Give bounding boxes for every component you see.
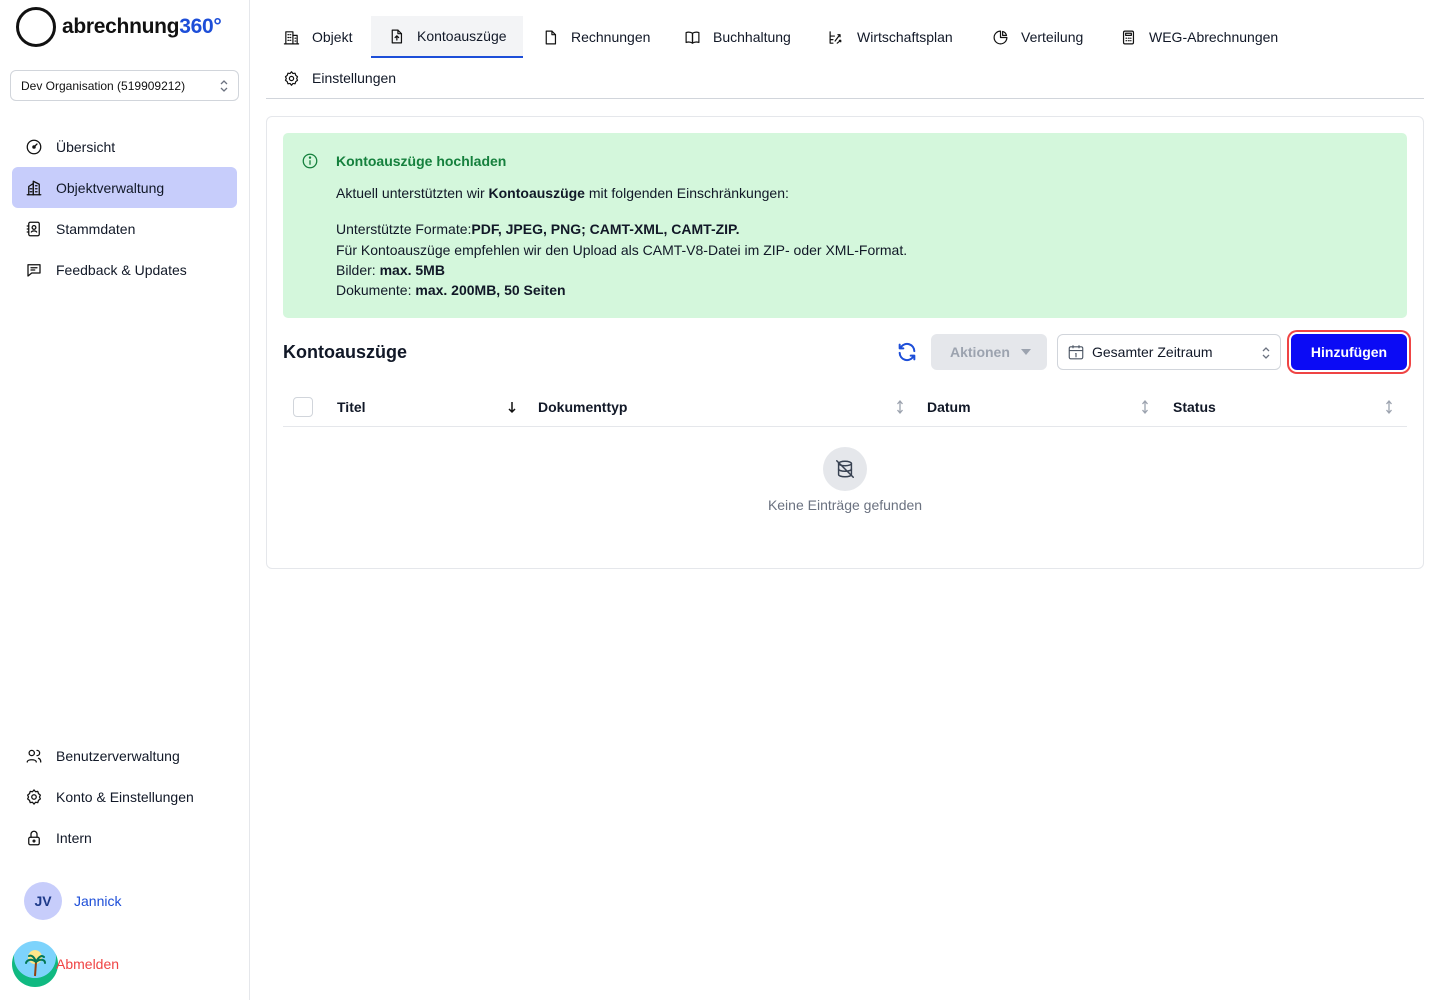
file-upload-icon	[387, 27, 405, 45]
tab-objekt[interactable]: Objekt	[266, 16, 368, 58]
tab-wirtschaftsplan[interactable]: Wirtschaftsplan	[811, 16, 969, 58]
sidebar-item-label: Feedback & Updates	[56, 261, 187, 278]
tab-verteilung[interactable]: Verteilung	[975, 16, 1099, 58]
user-name: Jannick	[74, 893, 122, 909]
logo-ring-icon	[16, 7, 56, 47]
actions-dropdown[interactable]: Aktionen	[931, 334, 1047, 370]
file-icon	[541, 28, 559, 46]
column-header-status[interactable]: Status	[1173, 399, 1216, 415]
alert-images-limit: Bilder: max. 5MB	[336, 262, 445, 278]
address-book-icon	[24, 219, 44, 239]
object-tabs: Objekt Kontoauszüge Rechnungen Buchhaltu…	[266, 16, 1424, 99]
building-icon	[282, 28, 300, 46]
sort-both-icon[interactable]	[895, 398, 905, 416]
database-off-icon	[823, 447, 867, 491]
chevron-updown-icon	[1262, 347, 1270, 359]
user-profile[interactable]: JV Jannick	[24, 882, 121, 920]
alert-documents-limit: Dokumente: max. 200MB, 50 Seiten	[336, 282, 566, 298]
date-range-select[interactable]: Gesamter Zeitraum	[1057, 334, 1281, 370]
alert-title: Kontoauszüge hochladen	[336, 153, 507, 169]
logout-label: Abmelden	[56, 956, 120, 972]
tab-weg-abrechnungen[interactable]: WEG-Abrechnungen	[1103, 16, 1294, 58]
sidebar-item-konto[interactable]: Konto & Einstellungen	[12, 776, 237, 817]
calendar-icon	[1067, 343, 1085, 361]
sidebar-item-intern[interactable]: Intern	[12, 817, 237, 858]
add-button[interactable]: Hinzufügen	[1291, 334, 1407, 370]
sidebar: abrechnung360° Dev Organisation (5199092…	[0, 0, 250, 1000]
avatar: JV	[24, 882, 62, 920]
palm-island-icon	[12, 941, 58, 987]
sidebar-item-stammdaten[interactable]: Stammdaten	[12, 208, 237, 249]
tab-kontoauszuege[interactable]: Kontoauszüge	[371, 16, 523, 58]
sidebar-item-uebersicht[interactable]: Übersicht	[12, 126, 237, 167]
brand-accent: 360°	[179, 15, 222, 38]
users-icon	[24, 746, 44, 766]
date-range-value: Gesamter Zeitraum	[1092, 344, 1213, 360]
list-title: Kontoauszüge	[283, 342, 407, 362]
chat-icon	[24, 260, 44, 280]
column-header-titel[interactable]: Titel	[337, 399, 366, 415]
tab-label: Kontoauszüge	[417, 28, 507, 44]
tab-label: Rechnungen	[571, 29, 651, 45]
calculator-icon	[1119, 28, 1137, 46]
organization-select[interactable]: Dev Organisation (519909212)	[10, 70, 239, 101]
sort-descending-icon[interactable]	[507, 398, 517, 416]
tab-einstellungen[interactable]: Einstellungen	[266, 57, 412, 99]
refresh-icon	[898, 342, 916, 362]
alert-intro: Aktuell unterstützten wir Kontoauszüge m…	[336, 185, 789, 201]
tab-label: WEG-Abrechnungen	[1149, 29, 1279, 45]
tab-label: Verteilung	[1021, 29, 1084, 45]
select-all-checkbox[interactable]	[293, 397, 313, 417]
book-icon	[683, 28, 701, 46]
info-icon	[301, 152, 319, 170]
sidebar-item-label: Intern	[56, 829, 92, 846]
table-header: Titel Dokumenttyp Datum Status	[283, 389, 1407, 427]
sidebar-item-benutzerverwaltung[interactable]: Benutzerverwaltung	[12, 735, 237, 776]
column-header-dokumenttyp[interactable]: Dokumenttyp	[538, 399, 627, 415]
sidebar-nav-main: Übersicht Objektverwaltung Stammdaten Fe…	[12, 126, 237, 290]
tab-buchhaltung[interactable]: Buchhaltung	[667, 16, 807, 58]
sort-both-icon[interactable]	[1384, 398, 1394, 416]
statements-card: Kontoauszüge hochladen Aktuell unterstüt…	[266, 116, 1424, 569]
upload-info-alert: Kontoauszüge hochladen Aktuell unterstüt…	[283, 133, 1407, 318]
tab-label: Wirtschaftsplan	[857, 29, 953, 45]
logout-button[interactable]: Abmelden	[12, 941, 119, 987]
alert-formats: Unterstützte Formate:PDF, JPEG, PNG; CAM…	[336, 221, 740, 237]
empty-state-text: Keine Einträge gefunden	[767, 497, 923, 513]
sidebar-item-objektverwaltung[interactable]: Objektverwaltung	[12, 167, 237, 208]
tab-rechnungen[interactable]: Rechnungen	[525, 16, 666, 58]
alert-recommendation: Für Kontoauszüge empfehlen wir den Uploa…	[336, 242, 908, 258]
tab-label: Buchhaltung	[713, 29, 791, 45]
brand-name: abrechnung	[62, 15, 180, 38]
refresh-button[interactable]	[896, 341, 918, 363]
organization-select-value: Dev Organisation (519909212)	[21, 78, 186, 93]
chart-arrow-icon	[827, 28, 845, 46]
pie-chart-icon	[991, 28, 1009, 46]
sidebar-nav-secondary: Benutzerverwaltung Konto & Einstellungen…	[12, 735, 237, 858]
brand-logo[interactable]: abrechnung360°	[16, 7, 222, 47]
sidebar-item-label: Benutzerverwaltung	[56, 747, 180, 764]
sort-both-icon[interactable]	[1140, 398, 1150, 416]
lock-icon	[24, 828, 44, 848]
chevron-updown-icon	[220, 80, 228, 92]
actions-label: Aktionen	[950, 344, 1010, 360]
tab-label: Einstellungen	[312, 70, 397, 86]
sidebar-item-label: Objektverwaltung	[56, 179, 165, 196]
gauge-icon	[24, 137, 44, 157]
gear-icon	[24, 787, 44, 807]
buildings-icon	[24, 178, 44, 198]
gear-icon	[282, 69, 300, 87]
sidebar-item-label: Konto & Einstellungen	[56, 788, 194, 805]
column-header-datum[interactable]: Datum	[927, 399, 971, 415]
sidebar-item-label: Übersicht	[56, 138, 116, 155]
sidebar-item-feedback[interactable]: Feedback & Updates	[12, 249, 237, 290]
caret-down-icon	[1021, 349, 1031, 355]
sidebar-item-label: Stammdaten	[56, 220, 136, 237]
tab-label: Objekt	[312, 29, 353, 45]
